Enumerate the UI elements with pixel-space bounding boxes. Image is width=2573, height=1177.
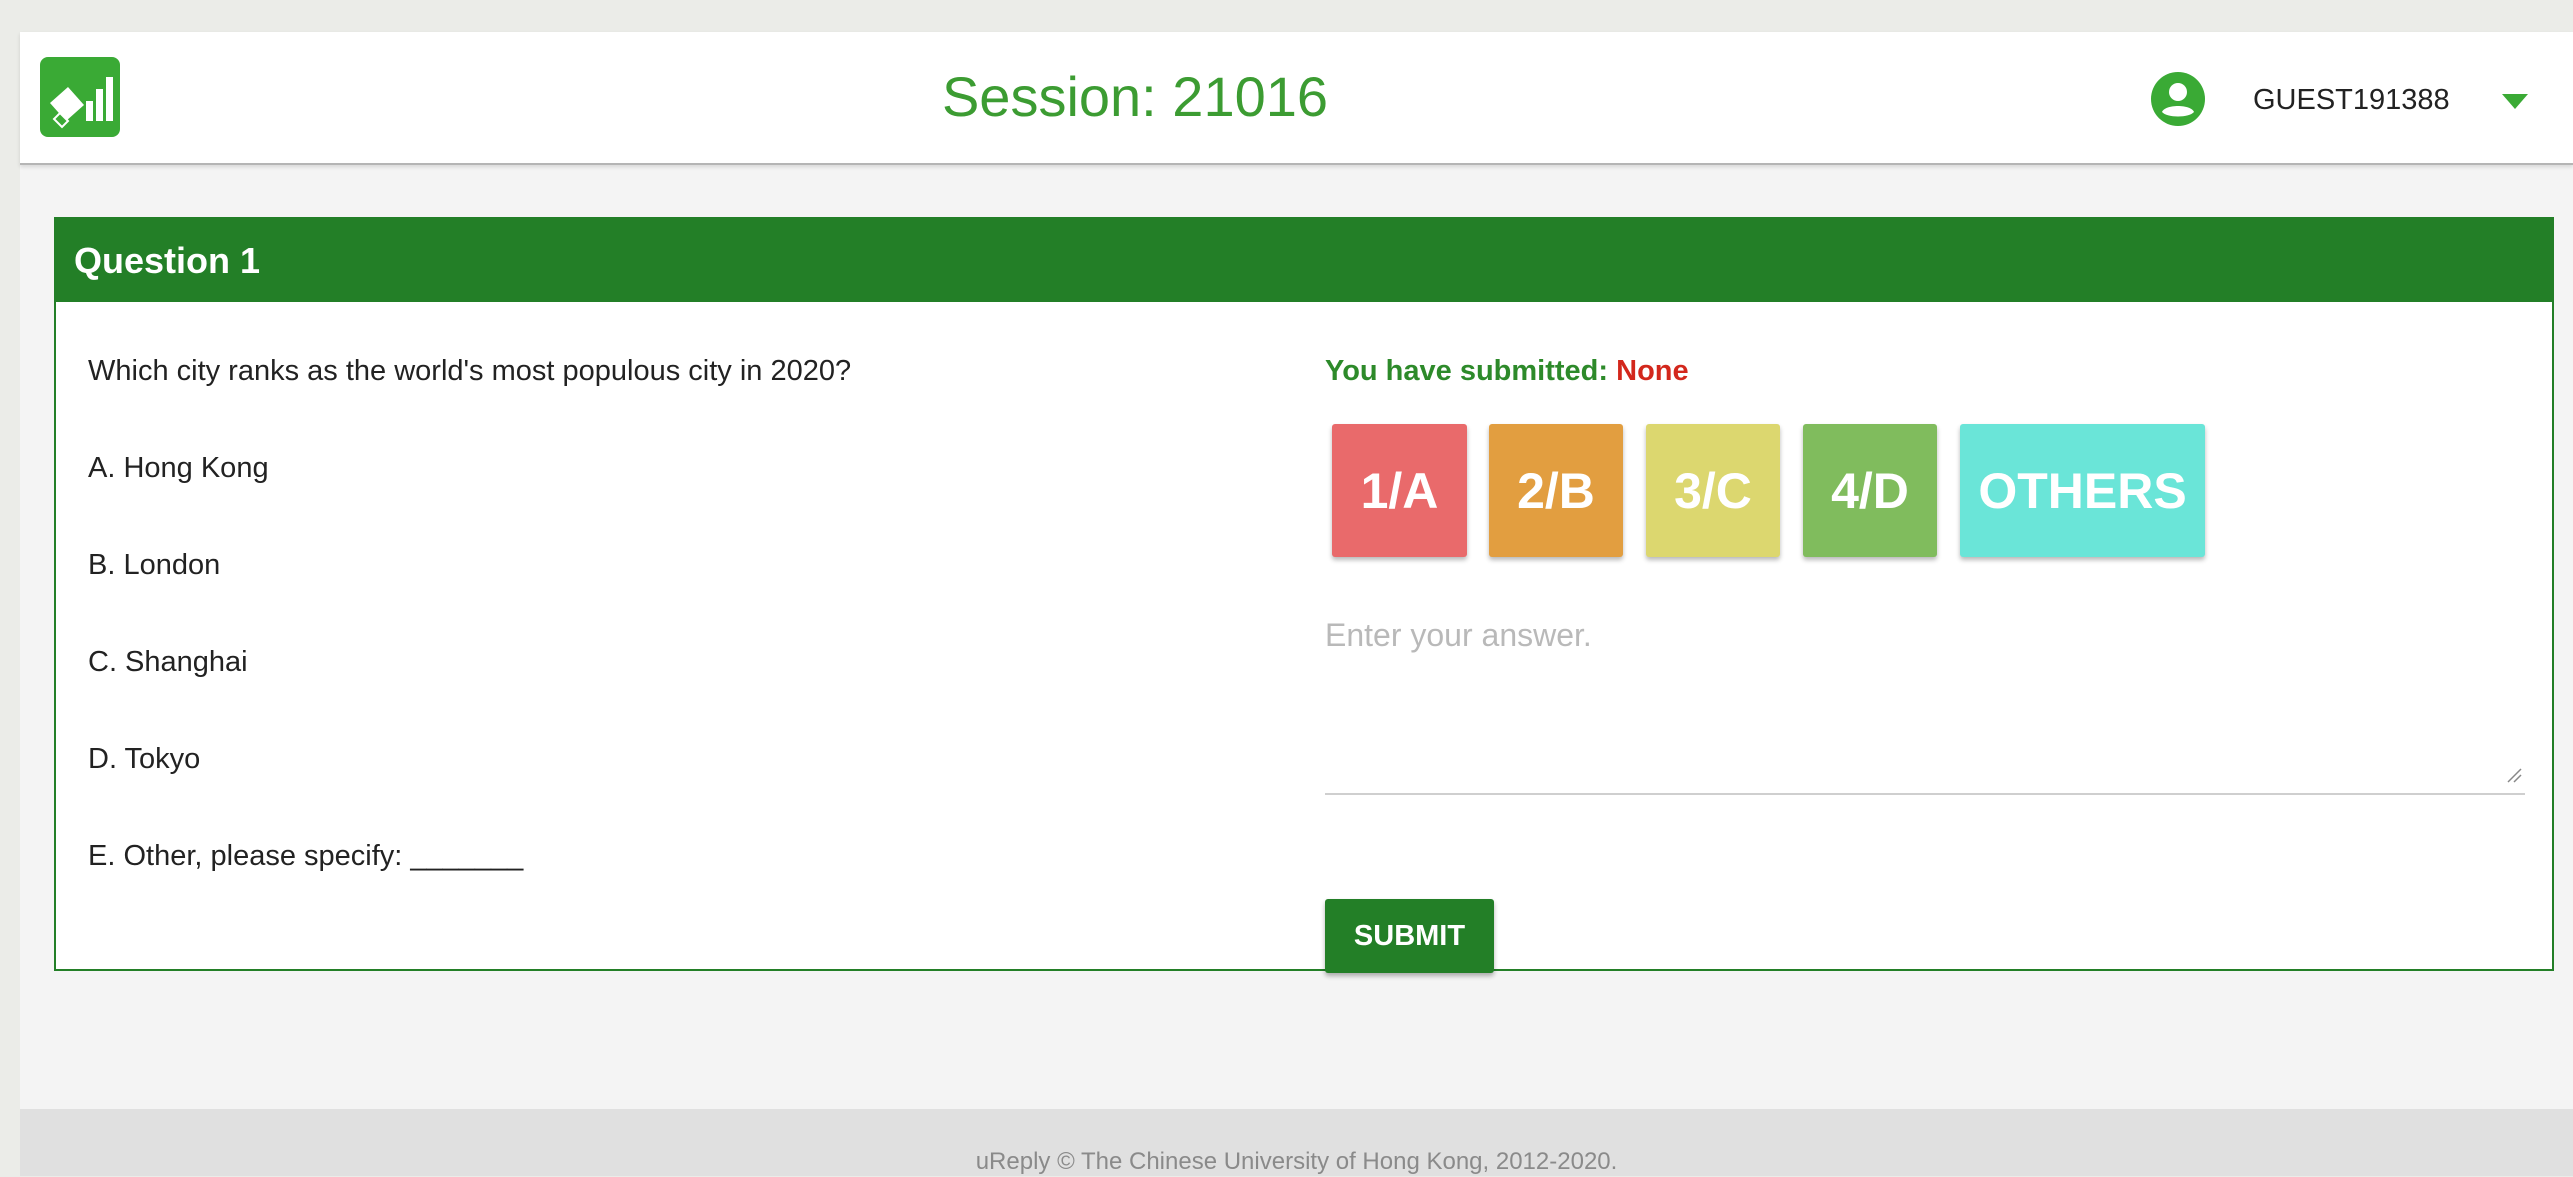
caret-down-icon [2502, 94, 2528, 109]
option-d: D. Tokyo [88, 743, 201, 775]
option-a: A. Hong Kong [88, 452, 269, 484]
app-root: Session: 21016 GUEST191388 Question 1 Wh… [20, 32, 2573, 1176]
question-card-header: Question 1 [56, 219, 2552, 302]
option-b: B. London [88, 549, 221, 581]
choice-button-1a[interactable]: 1/A [1332, 424, 1467, 557]
footer-copyright: uReply © The Chinese University of Hong … [975, 1148, 1618, 1175]
resize-handle-icon[interactable] [2506, 767, 2522, 783]
option-c: C. Shanghai [88, 646, 248, 678]
question-card: Question 1 Which city ranks as the world… [54, 217, 2554, 973]
top-bar: Session: 21016 GUEST191388 [20, 32, 2573, 165]
account-circle-icon[interactable] [2151, 72, 2205, 126]
question-title: Question 1 [74, 240, 261, 281]
session-title: Session: 21016 [941, 65, 1329, 128]
username-label[interactable]: GUEST191388 [2253, 82, 2450, 118]
choice-button-3c[interactable]: 3/C [1646, 424, 1780, 557]
submission-status-label: You have submitted: [1325, 355, 1609, 387]
choice-button-4d[interactable]: 4/D [1803, 424, 1937, 557]
submit-button[interactable]: SUBMIT [1325, 899, 1494, 973]
choice-button-2b[interactable]: 2/B [1489, 424, 1623, 557]
question-text: Which city ranks as the world's most pop… [88, 355, 852, 387]
submission-status-value: None [1616, 355, 1689, 387]
option-e: E. Other, please specify: _______ [88, 840, 524, 872]
user-menu-dropdown[interactable] [2490, 88, 2540, 118]
submission-status: You have submitted: None [1325, 353, 1689, 389]
footer: uReply © The Chinese University of Hong … [20, 1109, 2573, 1176]
choice-button-others[interactable]: OTHERS [1960, 424, 2205, 557]
answer-textarea[interactable] [1325, 609, 2525, 795]
